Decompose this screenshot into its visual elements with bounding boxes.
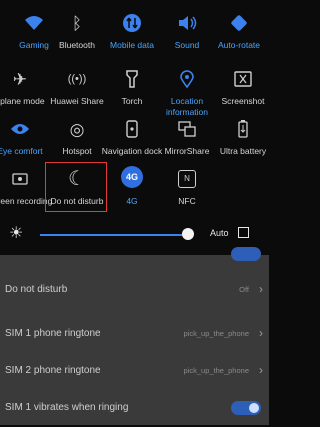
- bluetooth-icon: ᛒ: [71, 13, 83, 33]
- settings-row-label: SIM 2 phone ringtone: [5, 365, 101, 376]
- wifi-icon: [21, 10, 47, 36]
- chevron-right-icon: ›: [259, 282, 263, 296]
- brightness-slider[interactable]: [40, 234, 188, 236]
- settings-row[interactable]: SIM 2 phone ringtone pick_up_the_phone ›: [0, 354, 269, 390]
- huawei-share-icon: ((•)): [67, 72, 87, 85]
- mobile-data-icon: [119, 10, 145, 36]
- tile-mirrorshare[interactable]: MirrorShare: [155, 110, 219, 166]
- auto-brightness-label: Auto: [210, 228, 229, 238]
- settings-row-value: Off: [239, 285, 249, 294]
- highlight-box: [45, 162, 107, 212]
- torch-icon: [119, 66, 145, 92]
- tile-screenshot[interactable]: Screenshot: [211, 60, 275, 116]
- settings-row-value: pick_up_the_phone: [183, 329, 249, 338]
- brightness-thumb[interactable]: [182, 228, 194, 240]
- tile-ultra-battery[interactable]: Ultra battery: [211, 110, 275, 166]
- 4g-icon: 4G: [121, 166, 143, 188]
- quick-settings-panel: Gaming ᛒ Bluetooth Mobile data Sound Aut…: [0, 0, 269, 255]
- hotspot-icon: ◎: [69, 119, 85, 139]
- chevron-right-icon: ›: [259, 326, 263, 340]
- settings-row[interactable]: SIM 1 vibrates when ringing: [0, 391, 269, 427]
- settings-row-value: pick_up_the_phone: [183, 366, 249, 375]
- settings-list: Do not disturb Off › SIM 1 phone rington…: [0, 247, 269, 427]
- tile-label: Ultra battery: [219, 146, 267, 156]
- tile-nfc[interactable]: N NFC: [155, 160, 219, 216]
- settings-row-label: SIM 1 vibrates when ringing: [5, 402, 129, 413]
- sound-icon: [174, 10, 200, 36]
- auto-rotate-icon: [226, 10, 252, 36]
- ultra-battery-icon: [230, 116, 256, 142]
- settings-row[interactable]: SIM 1 phone ringtone pick_up_the_phone ›: [0, 317, 269, 353]
- screenshot-icon: [230, 66, 256, 92]
- toggle-switch[interactable]: [231, 247, 261, 261]
- location-icon: [174, 66, 200, 92]
- eye-comfort-icon: [7, 116, 33, 142]
- mirrorshare-icon: [174, 116, 200, 142]
- settings-row[interactable]: Do not disturb Off ›: [0, 273, 269, 309]
- settings-row-label: Do not disturb: [5, 284, 68, 295]
- brightness-icon: ☀: [9, 225, 24, 242]
- tile-auto-rotate[interactable]: Auto-rotate: [207, 4, 271, 60]
- settings-row-label: SIM 1 phone ringtone: [5, 328, 101, 339]
- chevron-right-icon: ›: [259, 363, 263, 377]
- nfc-glyph: N: [178, 170, 196, 188]
- tile-label: Screenshot: [221, 96, 265, 106]
- airplane-icon: ✈: [12, 69, 28, 89]
- tile-location[interactable]: Location information: [155, 60, 219, 117]
- nfc-icon: N: [174, 166, 200, 192]
- auto-brightness-checkbox[interactable]: [238, 227, 249, 238]
- tile-label: Auto-rotate: [217, 40, 261, 50]
- navigation-dock-icon: [119, 116, 145, 142]
- screen-recording-icon: [7, 166, 33, 192]
- brightness-row: ☀ Auto: [0, 222, 269, 248]
- tile-label: NFC: [178, 196, 196, 206]
- toggle-switch[interactable]: [231, 401, 261, 415]
